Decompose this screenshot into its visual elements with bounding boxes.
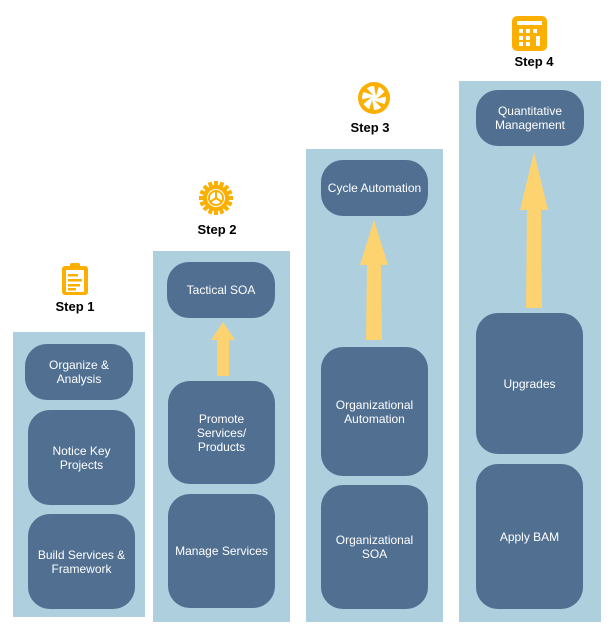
gear-icon [199,181,233,215]
clipboard-icon [58,262,92,296]
step-2-arrow-up [211,322,235,376]
step-1-box-organize-analysis: Organize & Analysis [25,344,133,400]
step-4-arrow-up [520,152,548,308]
step-3-box-organizational-soa: Organizational SOA [321,485,428,609]
calculator-icon [512,16,547,51]
step-2-box-tactical-soa: Tactical SOA [167,262,275,318]
step-1-box-build-services: Build Services & Framework [28,514,135,609]
step-2-label: Step 2 [197,222,237,237]
step-1-label: Step 1 [55,299,95,314]
step-3-box-organizational-automation: Organizational Automation [321,347,428,476]
step-3-label: Step 3 [350,120,390,135]
aperture-icon [357,81,391,115]
step-4-box-quantitative-management: Quantitative Management [476,90,584,146]
step-4-box-upgrades: Upgrades [476,313,583,454]
step-2-box-manage-services: Manage Services [168,494,275,608]
step-1-box-notice-key-projects: Notice Key Projects [28,410,135,505]
step-3-arrow-up [360,220,388,340]
step-3-box-cycle-automation: Cycle Automation [321,160,428,216]
step-2-box-promote-services: Promote Services/ Products [168,381,275,484]
step-4-box-apply-bam: Apply BAM [476,464,583,609]
step-4-label: Step 4 [514,54,554,69]
